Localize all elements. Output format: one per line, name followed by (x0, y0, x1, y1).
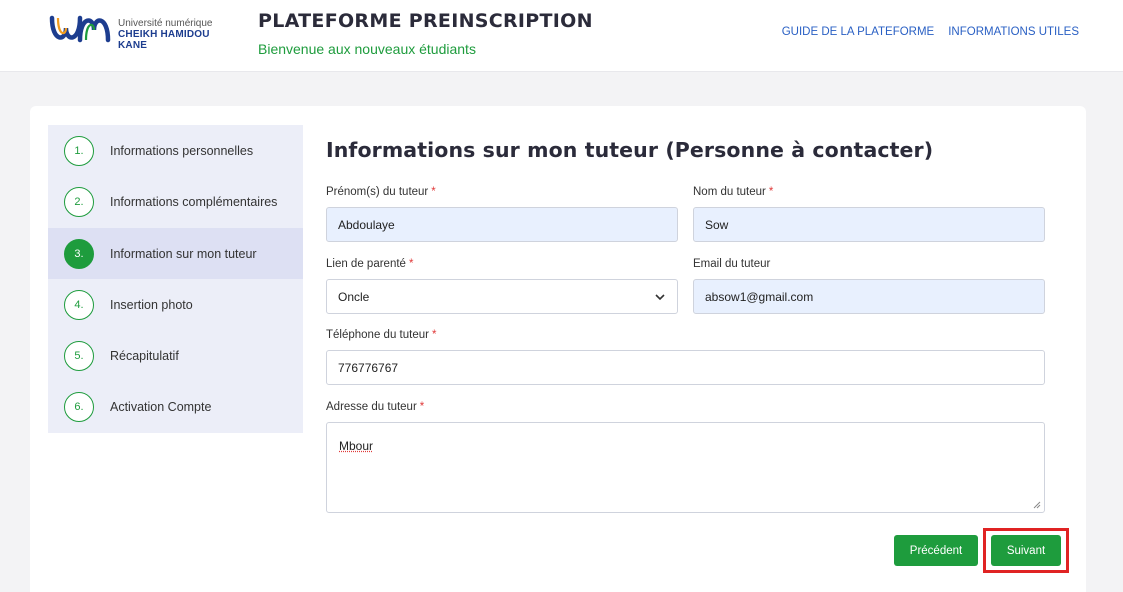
last-name-label-text: Nom du tuteur (693, 186, 766, 198)
phone-input[interactable]: 776776767 (326, 350, 1045, 385)
nav-link-guide[interactable]: GUIDE DE LA PLATEFORME (782, 26, 935, 38)
step-label: Récapitulatif (110, 349, 179, 363)
relation-value: Oncle (338, 290, 369, 304)
email-input[interactable]: absow1@gmail.com (693, 279, 1045, 314)
logo-text-bottom: CHEIKH HAMIDOU KANE (118, 29, 238, 51)
first-name-input[interactable]: Abdoulaye (326, 207, 678, 242)
phone-label-text: Téléphone du tuteur (326, 329, 429, 341)
step-number: 4. (64, 290, 94, 320)
address-textarea[interactable]: Mbour (326, 422, 1045, 513)
email-label: Email du tuteur (693, 258, 770, 270)
resize-grip-icon[interactable] (1033, 501, 1041, 509)
step-label: Informations complémentaires (110, 195, 277, 209)
first-name-label-text: Prénom(s) du tuteur (326, 186, 428, 198)
first-name-value: Abdoulaye (338, 218, 395, 232)
last-name-input[interactable]: Sow (693, 207, 1045, 242)
phone-label: Téléphone du tuteur * (326, 329, 436, 341)
step-summary[interactable]: 5. Récapitulatif (48, 330, 303, 381)
last-name-value: Sow (705, 218, 728, 232)
stepper-sidebar: 1. Informations personnelles 2. Informat… (48, 125, 303, 433)
step-label: Information sur mon tuteur (110, 247, 257, 261)
phone-value: 776776767 (338, 361, 398, 375)
relation-label-text: Lien de parenté (326, 258, 406, 270)
form-title: Informations sur mon tuteur (Personne à … (326, 138, 933, 162)
step-number: 6. (64, 392, 94, 422)
nav-link-useful-info[interactable]: INFORMATIONS UTILES (948, 26, 1079, 38)
last-name-label: Nom du tuteur * (693, 186, 773, 198)
address-label-text: Adresse du tuteur (326, 401, 417, 413)
required-mark: * (409, 258, 413, 270)
next-button-highlight (983, 528, 1069, 573)
logo-mark-icon (48, 12, 112, 46)
step-label: Informations personnelles (110, 144, 253, 158)
step-number: 3. (64, 239, 94, 269)
required-mark: * (431, 186, 435, 198)
address-label: Adresse du tuteur * (326, 401, 424, 413)
step-label: Insertion photo (110, 298, 193, 312)
logo-text-top: Université numérique (118, 18, 213, 29)
step-account-activation[interactable]: 6. Activation Compte (48, 381, 303, 432)
top-nav: GUIDE DE LA PLATEFORME INFORMATIONS UTIL… (782, 26, 1079, 38)
step-personal-info[interactable]: 1. Informations personnelles (48, 125, 303, 176)
required-mark: * (420, 401, 424, 413)
university-logo[interactable]: Université numérique CHEIKH HAMIDOU KANE (48, 10, 238, 48)
top-header: Université numérique CHEIKH HAMIDOU KANE… (0, 0, 1123, 72)
required-mark: * (432, 329, 436, 341)
app-title: PLATEFORME PREINSCRIPTION (258, 10, 593, 32)
step-number: 5. (64, 341, 94, 371)
relation-label: Lien de parenté * (326, 258, 413, 270)
step-number: 1. (64, 136, 94, 166)
email-value: absow1@gmail.com (705, 290, 813, 304)
required-mark: * (769, 186, 773, 198)
step-label: Activation Compte (110, 400, 211, 414)
chevron-down-icon (653, 290, 667, 304)
step-number: 2. (64, 187, 94, 217)
step-photo-upload[interactable]: 4. Insertion photo (48, 279, 303, 330)
app-subtitle: Bienvenue aux nouveaux étudiants (258, 41, 476, 57)
relation-select[interactable]: Oncle (326, 279, 678, 314)
previous-button[interactable]: Précédent (894, 535, 978, 566)
address-value: Mbour (339, 439, 373, 453)
step-additional-info[interactable]: 2. Informations complémentaires (48, 176, 303, 227)
first-name-label: Prénom(s) du tuteur * (326, 186, 436, 198)
step-guardian-info[interactable]: 3. Information sur mon tuteur (48, 228, 303, 279)
